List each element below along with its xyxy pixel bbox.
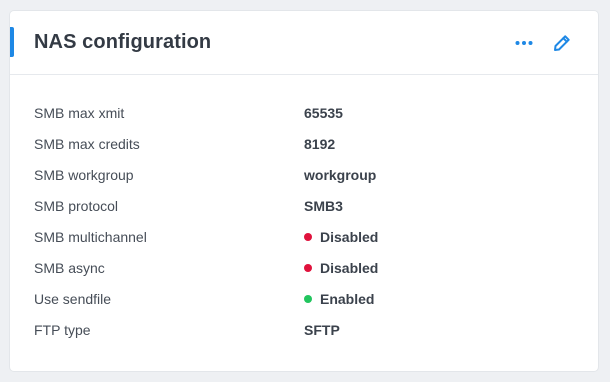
status-dot-enabled — [304, 294, 312, 303]
config-list: SMB max xmit 65535 SMB max credits 8192 SMB … — [10, 75, 598, 345]
pencil-icon — [554, 35, 570, 51]
config-row-label: FTP type — [34, 321, 91, 338]
status-dot-disabled — [304, 232, 312, 241]
config-row-value: SMB3 — [304, 197, 343, 214]
config-row-value-wrap: 8192 — [304, 136, 335, 152]
config-row-value-wrap: 65535 — [304, 105, 343, 121]
config-row-value: Enabled — [320, 290, 375, 307]
card-header: NAS configuration — [10, 11, 598, 75]
config-row: SMB max credits 8192 — [34, 128, 574, 159]
config-row-label: SMB multichannel — [34, 228, 147, 245]
config-row-label: SMB max credits — [34, 135, 140, 152]
config-row-value-wrap: workgroup — [304, 167, 376, 183]
ellipsis-icon — [515, 41, 533, 45]
nas-configuration-card: NAS configuration SMB max xmit 65535 SMB m… — [10, 11, 598, 371]
config-row-label: Use sendfile — [34, 290, 112, 307]
config-row: Use sendfile Enabled — [34, 283, 574, 314]
config-row-value-wrap: Enabled — [304, 291, 374, 307]
config-row: FTP type SFTP — [34, 314, 574, 345]
config-row-value: 8192 — [304, 135, 336, 152]
card-title: NAS configuration — [34, 31, 212, 53]
config-row-value: workgroup — [304, 166, 377, 183]
config-row-label: SMB protocol — [34, 197, 119, 214]
config-row-value-wrap: Disabled — [304, 229, 378, 245]
config-row: SMB protocol SMB3 — [34, 190, 574, 221]
accent-bar — [10, 27, 14, 57]
config-row-value: SFTP — [304, 321, 340, 338]
status-dot-disabled — [304, 263, 312, 272]
config-row: SMB max xmit 65535 — [34, 97, 574, 128]
config-row-label: SMB async — [34, 259, 105, 276]
config-row-value-wrap: SMB3 — [304, 198, 343, 214]
config-row: SMB async Disabled — [34, 252, 574, 283]
config-row: SMB multichannel Disabled — [34, 221, 574, 252]
config-row-value: Disabled — [320, 228, 379, 245]
config-row-value-wrap: SFTP — [304, 322, 340, 338]
config-row: SMB workgroup workgroup — [34, 159, 574, 190]
config-row-label: SMB workgroup — [34, 166, 134, 183]
config-row-value-wrap: Disabled — [304, 260, 378, 276]
config-row-label: SMB max xmit — [34, 104, 125, 121]
edit-button[interactable] — [552, 31, 572, 55]
header-actions — [514, 31, 572, 55]
config-row-value: 65535 — [304, 104, 343, 121]
config-row-value: Disabled — [320, 259, 379, 276]
more-options-button[interactable] — [514, 31, 534, 55]
